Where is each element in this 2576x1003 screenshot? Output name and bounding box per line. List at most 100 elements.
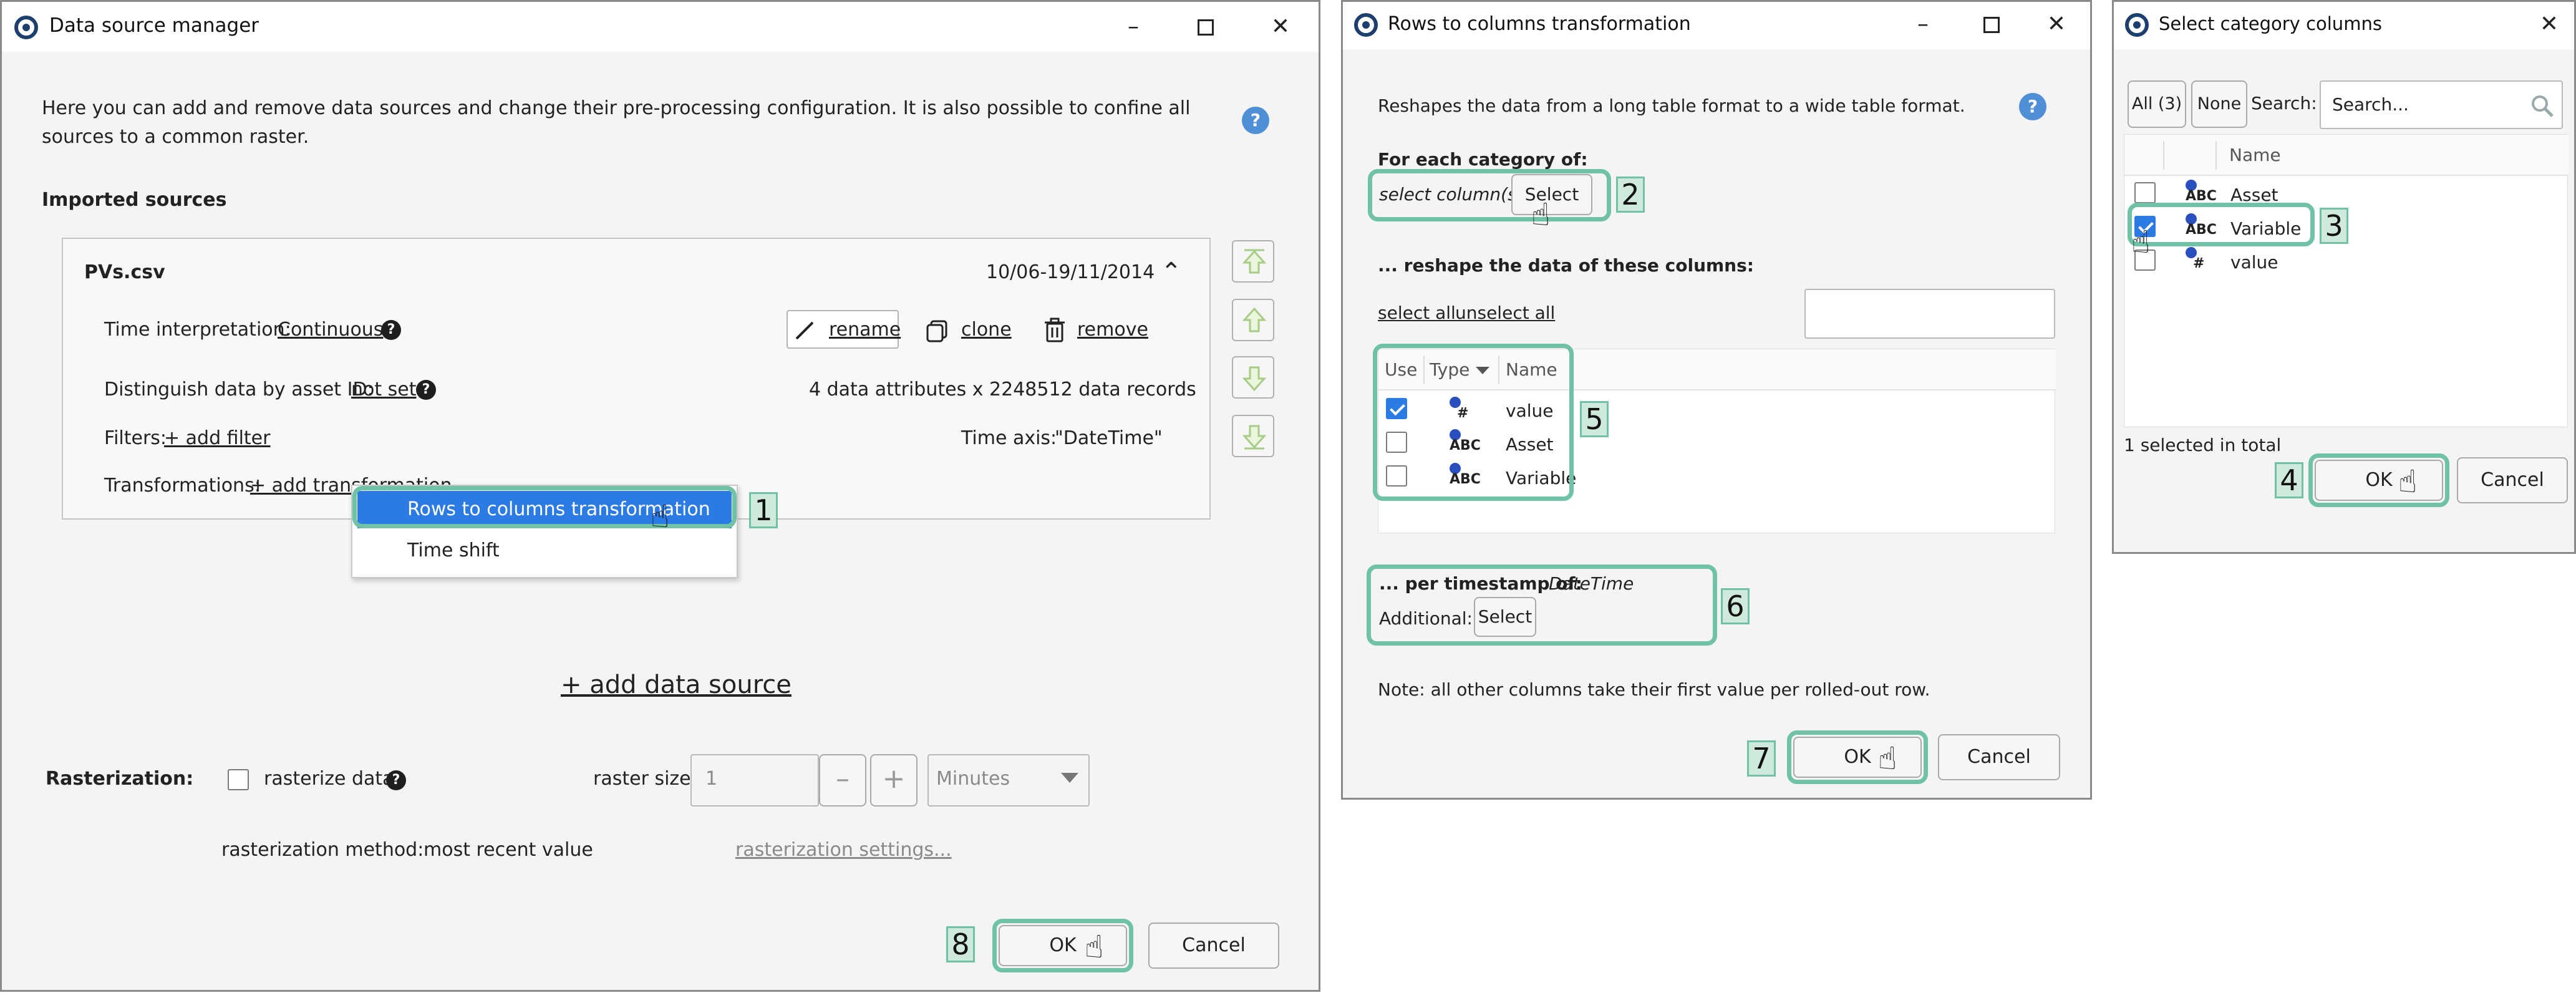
ok-button[interactable]: OK [1793, 737, 1922, 778]
note-text: Note: all other columns take their first… [1378, 679, 1930, 700]
rasterize-checkbox[interactable] [228, 769, 249, 790]
column-name: value [2230, 252, 2278, 273]
app-icon [2125, 13, 2149, 37]
rasterization-settings-link[interactable]: rasterization settings... [735, 839, 952, 861]
remove-link[interactable]: remove [1077, 319, 1148, 341]
raster-increment-button[interactable]: + [870, 754, 918, 807]
title-bar: Rows to columns transformation – ✕ [1343, 2, 2090, 49]
category-columns-list: Name ABC Asset ABC Variable # value [2124, 134, 2569, 427]
maximize-icon[interactable] [1973, 7, 2010, 42]
step-number: 7 [1747, 740, 1776, 777]
imported-sources-label: Imported sources [42, 189, 227, 211]
hand-cursor-icon: ☝ [2131, 224, 2151, 260]
help-icon[interactable]: ? [1242, 107, 1269, 134]
rasterization-label: Rasterization: [46, 768, 194, 790]
minimize-icon[interactable]: – [1115, 9, 1152, 44]
column-header-name[interactable]: Name [2229, 145, 2281, 165]
step-number: 4 [2275, 462, 2303, 498]
time-interpretation-link[interactable]: Continuous [278, 319, 383, 341]
raster-size-input[interactable]: 1 [690, 754, 819, 807]
selected-total: 1 selected in total [2124, 435, 2282, 455]
app-icon [1354, 13, 1378, 37]
hand-cursor-icon: ☝ [1531, 196, 1551, 233]
per-timestamp-value: DateTime [1549, 573, 1634, 594]
step-highlight [2128, 203, 2315, 246]
add-data-source-link[interactable]: + add data source [561, 671, 792, 699]
hand-cursor-icon: ☝ [1878, 740, 1897, 777]
description: Here you can add and remove data sources… [42, 97, 1191, 148]
transformations-label: Transformations: [104, 475, 261, 497]
select-all-link[interactable]: select all [1378, 303, 1456, 323]
list-header: Name [2124, 135, 2569, 176]
trash-icon [1045, 317, 1065, 342]
category-select-button[interactable]: Select [1511, 174, 1592, 215]
title-bar: Select category columns ✕ [2114, 2, 2574, 49]
select-columns-placeholder: select column(s) [1379, 184, 1524, 205]
cancel-button[interactable]: Cancel [1148, 923, 1279, 969]
move-down-button[interactable] [1232, 356, 1274, 399]
close-icon[interactable]: ✕ [1262, 9, 1299, 44]
help-icon[interactable]: ? [2019, 93, 2046, 120]
source-card: PVs.csv 10/06-19/11/2014 ⌃ Time interpre… [62, 238, 1211, 520]
rasterization-method-value: most recent value [424, 839, 593, 861]
window-title: Select category columns [2159, 13, 2382, 34]
menu-item-time-shift[interactable]: Time shift [407, 540, 500, 561]
rename-label: rename [829, 319, 901, 341]
window-title: Rows to columns transformation [1388, 13, 1691, 35]
category-checkbox[interactable] [2134, 182, 2156, 203]
column-filter-input[interactable] [1804, 289, 2055, 339]
pencil-icon [795, 321, 814, 340]
step-number: 2 [1616, 177, 1645, 213]
clone-link[interactable]: clone [961, 319, 1012, 341]
description: Reshapes the data from a long table form… [1378, 95, 1965, 116]
unselect-all-link[interactable]: unselect all [1455, 303, 1555, 323]
rows-to-columns-window: Rows to columns transformation – ✕ Resha… [1341, 0, 2092, 800]
add-filter-link[interactable]: + add filter [164, 427, 270, 449]
rasterize-label: rasterize data [264, 768, 394, 790]
raster-unit-select[interactable]: Minutes [927, 754, 1090, 807]
time-interpretation-label: Time interpretation: [104, 319, 291, 341]
cancel-button[interactable]: Cancel [1938, 734, 2060, 780]
select-category-columns-window: Select category columns ✕ All (3) None S… [2112, 0, 2576, 554]
step-number: 3 [2320, 208, 2348, 244]
search-label: Search: [2251, 93, 2317, 114]
data-source-manager-window: Data source manager – ✕ Here you can add… [0, 0, 1320, 992]
distinguish-link[interactable]: not set [351, 379, 417, 400]
time-axis-value: "DateTime" [1055, 427, 1163, 449]
search-input[interactable]: Search... [2320, 80, 2563, 129]
for-each-label: For each category of: [1378, 149, 1588, 170]
rename-button[interactable]: rename [787, 310, 901, 349]
minimize-icon[interactable]: – [1904, 7, 1942, 42]
step-highlight [352, 486, 737, 528]
cancel-button[interactable]: Cancel [2457, 457, 2568, 503]
distinguish-label: Distinguish data by asset ID: [104, 379, 374, 400]
records-info: 4 data attributes x 2248512 data records [809, 379, 1196, 400]
ok-button[interactable]: OK [999, 925, 1127, 966]
search-placeholder: Search... [2332, 94, 2409, 115]
maximize-icon[interactable] [1187, 9, 1224, 44]
help-icon[interactable]: ? [386, 770, 406, 790]
close-icon[interactable]: ✕ [2038, 7, 2075, 42]
search-icon [2532, 95, 2554, 117]
move-top-button[interactable] [1232, 240, 1274, 283]
move-bottom-button[interactable] [1232, 415, 1274, 457]
text-type-icon: ABC [2184, 180, 2217, 205]
reshape-label: ... reshape the data of these columns: [1378, 255, 1754, 276]
help-icon[interactable]: ? [416, 380, 436, 400]
close-icon[interactable]: ✕ [2530, 7, 2568, 42]
raster-decrement-button[interactable]: – [819, 754, 866, 807]
select-none-button[interactable]: None [2191, 80, 2247, 128]
help-icon[interactable]: ? [381, 320, 401, 340]
raster-size-label: raster size: [593, 768, 697, 790]
app-icon [14, 16, 38, 39]
time-axis-label: Time axis: [961, 427, 1057, 449]
ok-button[interactable]: OK [2315, 460, 2443, 501]
move-up-button[interactable] [1232, 299, 1274, 341]
collapse-icon[interactable]: ⌃ [1161, 258, 1182, 286]
title-bar: Data source manager – ✕ [2, 2, 1319, 52]
numeric-type-icon: # [2184, 247, 2209, 272]
select-all-button[interactable]: All (3) [2128, 80, 2186, 128]
step-number: 6 [1721, 588, 1750, 624]
additional-select-button[interactable]: Select [1474, 597, 1536, 637]
filters-label: Filters: [104, 427, 167, 449]
